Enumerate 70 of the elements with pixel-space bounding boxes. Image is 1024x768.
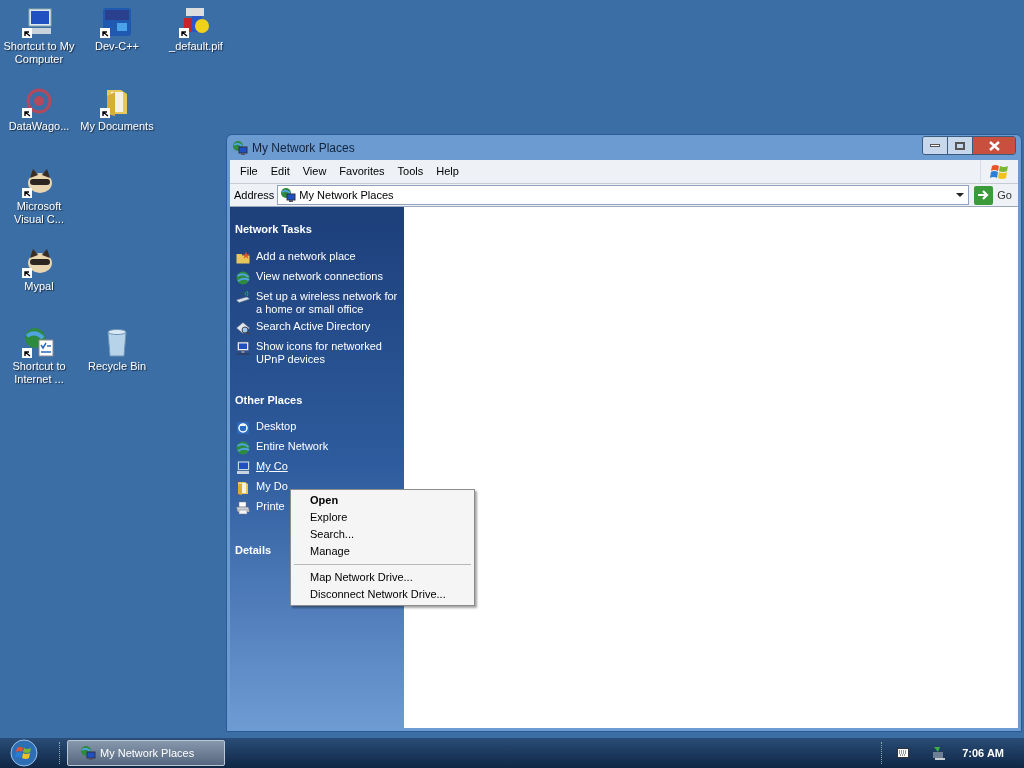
task-link[interactable]: Desktop [256,420,297,433]
clock[interactable]: 7:06 AM [962,744,1004,762]
desktop-icon[interactable]: My Documents [78,80,156,133]
application-icon [101,6,133,38]
desktop-icon[interactable]: Dev-C++ [78,0,156,53]
search-icon [235,319,251,336]
menu-item[interactable]: Disconnect Network Drive... [291,586,474,603]
menu-item[interactable]: Map Network Drive... [291,569,474,586]
task-link[interactable]: Set up a wireless network for a home or small office [256,289,399,316]
taskbar-button[interactable]: My Network Places [67,740,225,766]
desktop-icon[interactable]: Mypal [0,240,78,293]
shortcut-arrow-icon [22,28,32,38]
shortcut-arrow-icon [22,108,32,118]
task-link[interactable]: View network connections [256,269,383,283]
menu-item[interactable]: Explore [291,509,474,526]
keyboard-icon[interactable] [897,748,910,758]
shortcut-arrow-icon [22,188,32,198]
maximize-button[interactable] [948,137,973,154]
printer-icon [235,500,251,516]
menu-item[interactable]: View [296,163,333,180]
task-link[interactable]: My Do [256,480,288,493]
desktop-icon[interactable]: DataWago... [0,80,78,133]
network-places-icon [80,745,96,761]
minimize-button[interactable] [923,137,948,154]
task-link[interactable]: Show icons for networked UPnP devices [256,339,399,366]
menu-item[interactable]: Help [430,163,465,180]
desktop-icon[interactable]: Microsoft Visual C... [0,160,78,226]
menu-item[interactable]: Edit [264,163,296,180]
shortcut-arrow-icon [100,28,110,38]
folder-icon [235,480,251,496]
go-button[interactable]: Go [972,185,1014,205]
desktop-icon[interactable]: _default.pif [157,0,235,53]
menu-item[interactable]: Manage [291,543,474,560]
task-link[interactable]: Search Active Directory [256,319,371,333]
desktop-icon[interactable]: Recycle Bin [78,320,156,373]
menu-item[interactable]: Favorites [333,163,391,180]
window-title: My Network Places [252,139,355,157]
menu-item[interactable]: File [234,163,264,180]
menu-item[interactable]: Tools [391,163,430,180]
menu-item[interactable]: Search... [291,526,474,543]
windows-logo-icon [989,162,1010,181]
section-title: Details [235,543,272,558]
close-icon [988,140,1000,151]
network-places-icon [280,187,297,203]
start-button[interactable] [9,739,39,767]
desktop-icon[interactable]: Shortcut to Internet ... [0,320,78,386]
shortcut-arrow-icon [22,348,32,358]
desktop-icon [235,420,251,436]
globe-icon [235,440,251,456]
address-field[interactable]: My Network Places [277,185,970,205]
shortcut-arrow-icon [22,268,32,278]
monitor-icon [235,339,251,356]
desktop-icon[interactable]: Shortcut to My Computer [0,0,78,66]
section-title: Network Tasks [235,222,312,237]
network-places-icon [232,139,248,156]
network-icon[interactable] [931,746,948,760]
address-label: Address [234,187,275,203]
section-title: Other Places [235,392,303,408]
task-link[interactable]: My Co [256,460,288,473]
shortcut-arrow-icon [179,28,189,38]
task-link[interactable]: Printe [256,500,285,513]
globe-icon [235,269,251,286]
wireless-device-icon [235,289,251,306]
shortcut-arrow-icon [100,108,110,118]
task-link[interactable]: Entire Network [256,440,329,453]
menu-item[interactable]: Open [291,492,474,509]
globe-document-icon [23,326,55,358]
task-link[interactable]: Add a network place [256,249,356,263]
computer-icon [235,460,251,476]
close-button[interactable] [973,137,1015,154]
